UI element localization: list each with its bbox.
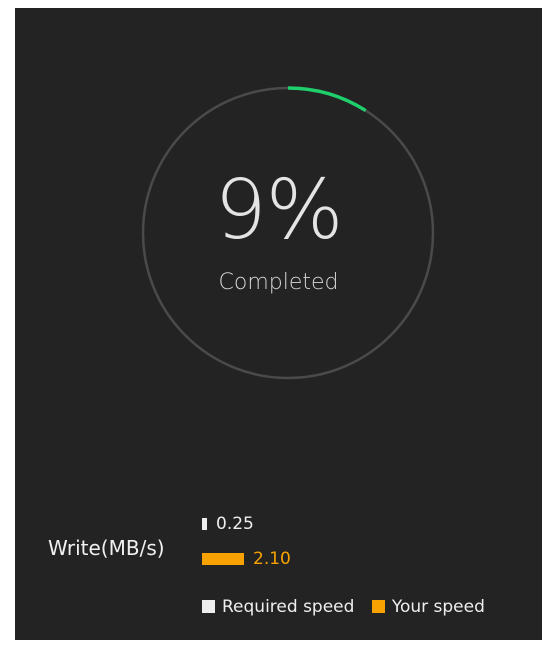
required-speed-bar — [202, 518, 207, 530]
write-speed-label: Write(MB/s) — [48, 536, 165, 560]
speed-legend: Required speed Your speed — [202, 597, 485, 617]
legend-label-yours: Your speed — [391, 597, 485, 617]
required-speed-value: 0.25 — [216, 514, 254, 534]
legend-label-required: Required speed — [222, 597, 355, 617]
progress-ring-arc — [287, 86, 367, 113]
your-speed-value: 2.10 — [253, 549, 291, 569]
progress-percent: 9% — [214, 163, 343, 258]
legend-item-yours: Your speed — [371, 597, 485, 617]
legend-swatch-yours — [371, 600, 385, 613]
speed-test-panel: 9% Completed Write(MB/s) 0.25 2.10 Requi… — [15, 8, 542, 640]
legend-swatch-required — [202, 600, 215, 613]
legend-item-required: Required speed — [202, 597, 354, 617]
progress-status-label: Completed — [218, 270, 339, 295]
your-speed-bar — [202, 553, 244, 565]
